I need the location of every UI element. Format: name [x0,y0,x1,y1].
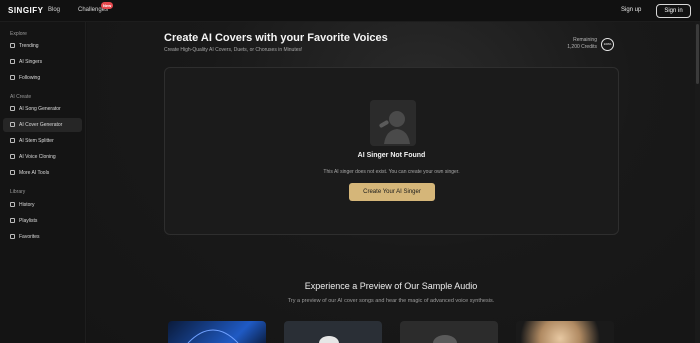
signup-link[interactable]: Sign up [621,7,641,13]
sidebar-item-label: Favorites [19,234,40,240]
sidebar-item-history[interactable]: History [3,198,82,212]
credits-progress-ring: 100% [601,38,614,51]
voice-icon [10,154,15,159]
history-icon [10,202,15,207]
cover-icon [10,122,15,127]
grid-icon [10,170,15,175]
sidebar-item-ai-singers[interactable]: AI Singers [3,55,82,69]
trending-icon [10,43,15,48]
sidebar-item-ai-cover-generator[interactable]: AI Cover Generator [3,118,82,132]
split-icon [10,138,15,143]
section-label-library: Library [10,189,26,195]
heart-icon [10,75,15,80]
sample-thumbnail-4[interactable] [516,321,614,343]
sidebar-item-playlists[interactable]: Playlists [3,214,82,228]
star-icon [10,234,15,239]
sidebar-item-label: Following [19,75,41,81]
new-badge: New [101,2,114,9]
page-subtitle: Create High-Quality AI Covers, Duets, or… [164,47,303,53]
sidebar-item-label: Playlists [19,218,38,224]
singer-not-found-card: AI Singer Not Found This AI singer does … [164,67,619,235]
sidebar-item-ai-stem-splitter[interactable]: AI Stem Splitter [3,134,82,148]
sidebar-item-trending[interactable]: Trending [3,39,82,53]
sample-thumbnail-1[interactable] [168,321,266,343]
sidebar-item-more-ai-tools[interactable]: More AI Tools [3,166,82,180]
credits-value: 1,200 Credits [567,44,597,50]
scrollbar-thumb[interactable] [696,24,699,84]
sample-art-1 [187,329,239,343]
sample-art-2 [319,336,339,343]
sample-thumbnail-3[interactable] [400,321,498,343]
nav-blog[interactable]: Blog [48,7,60,13]
sidebar-item-label: History [19,202,35,208]
sidebar-item-label: AI Song Generator [19,106,61,112]
signin-button[interactable]: Sign in [656,4,691,18]
preview-description: Try a preview of our AI cover songs and … [287,298,495,304]
sidebar-item-label: Trending [19,43,39,49]
sidebar-item-label: AI Cover Generator [19,122,63,128]
sidebar-item-label: AI Singers [19,59,43,65]
section-label-ai-create: AI Create [10,94,32,100]
sidebar-item-favorites[interactable]: Favorites [3,230,82,244]
playlist-icon [10,218,15,223]
not-found-title: AI Singer Not Found [357,152,426,159]
music-icon [10,106,15,111]
sidebar-item-label: AI Stem Splitter [19,138,54,144]
create-ai-singer-button[interactable]: Create Your AI Singer [349,183,435,201]
section-label-explore: Explore [10,31,27,37]
mic-icon [10,59,15,64]
preview-title: Experience a Preview of Our Sample Audio [304,281,478,291]
credits-remaining-label: Remaining [573,37,597,43]
sample-art-3 [433,335,457,343]
top-bar: SINGIFY Blog Challenges New Sign up Sign… [0,0,700,22]
page-title: Create AI Covers with your Favorite Voic… [164,32,388,44]
sidebar: Explore Trending AI Singers Following AI… [0,22,86,343]
singer-avatar-placeholder [370,100,416,146]
sidebar-item-ai-voice-cloning[interactable]: AI Voice Cloning [3,150,82,164]
sidebar-item-label: More AI Tools [19,170,50,176]
sidebar-item-ai-song-generator[interactable]: AI Song Generator [3,102,82,116]
sidebar-item-label: AI Voice Cloning [19,154,56,160]
sample-thumbnail-2[interactable] [284,321,382,343]
singer-silhouette-icon [370,100,416,146]
logo[interactable]: SINGIFY [8,6,44,15]
credits-label: Remaining 1,200 Credits [557,37,597,51]
sidebar-item-following[interactable]: Following [3,71,82,85]
main-content: Create AI Covers with your Favorite Voic… [87,22,695,343]
not-found-description: This AI singer does not exist. You can c… [323,169,460,175]
